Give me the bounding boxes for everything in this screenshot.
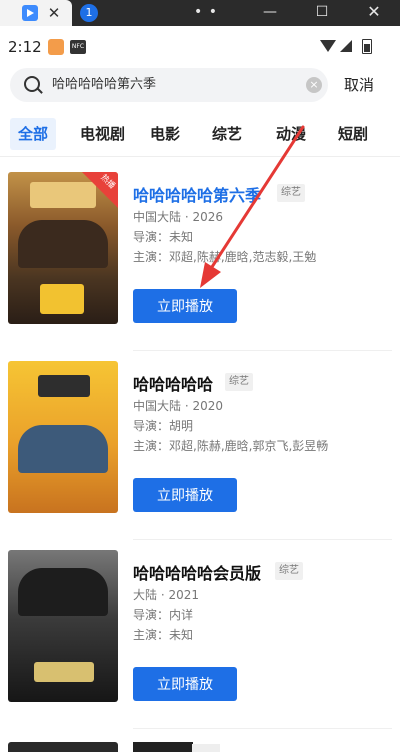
result-item: 哈哈哈哈哈 综艺 中国大陆 · 2020 导演：胡明 主演：邓超,陈赫,鹿晗,郭… xyxy=(0,361,400,551)
notification-app-icon xyxy=(48,39,64,55)
tabs-divider xyxy=(0,156,400,157)
result-item: 热播 哈哈哈哈哈第六季 综艺 中国大陆 · 2026 导演：未知 主演：邓超,陈… xyxy=(0,172,400,362)
type-tag: 综艺 xyxy=(275,562,303,580)
poster-image[interactable] xyxy=(8,361,118,513)
status-time: 2:12 xyxy=(8,38,42,56)
tab-tv-series[interactable]: 电视剧 xyxy=(80,118,125,150)
director: 导演：未知 xyxy=(133,230,194,244)
search-input[interactable] xyxy=(52,68,302,102)
poster-image[interactable] xyxy=(8,550,118,702)
type-tag-partial xyxy=(192,744,220,752)
director: 导演：内详 xyxy=(133,608,194,622)
poster-image[interactable] xyxy=(8,742,118,752)
tab-count-badge[interactable]: 1 xyxy=(80,4,98,22)
play-now-button[interactable]: 立即播放 xyxy=(133,667,237,701)
tab-close-icon[interactable]: ✕ xyxy=(46,2,62,24)
signal-icon xyxy=(340,40,352,52)
cast: 主演：未知 xyxy=(133,628,194,642)
tab-short-drama[interactable]: 短剧 xyxy=(338,118,368,150)
search-icon xyxy=(24,76,40,92)
poster-cast-figures xyxy=(18,425,108,473)
poster-show-logo xyxy=(38,375,90,397)
more-options-icon[interactable]: • • • xyxy=(188,0,224,44)
tab-variety[interactable]: 综艺 xyxy=(212,118,242,150)
category-tabs: 全部 电视剧 电影 综艺 动漫 短剧 xyxy=(0,118,400,154)
result-title[interactable]: 哈哈哈哈哈第六季 xyxy=(133,182,261,206)
tab-movie[interactable]: 电影 xyxy=(150,118,180,150)
play-now-button[interactable]: 立即播放 xyxy=(133,478,237,512)
minimize-button[interactable]: — xyxy=(252,0,288,26)
cast: 主演：邓超,陈赫,鹿晗,郭京飞,彭昱畅 xyxy=(133,439,329,453)
result-title[interactable]: 哈哈哈哈哈会员版 xyxy=(133,560,261,584)
result-divider xyxy=(133,350,392,351)
search-bar[interactable]: × xyxy=(10,68,328,102)
poster-cast-figures xyxy=(18,220,108,268)
close-window-button[interactable]: ✕ xyxy=(356,0,392,26)
status-bar: 2:12 NFC xyxy=(0,26,400,68)
tab-all[interactable]: 全部 xyxy=(10,118,57,150)
region-year: 中国大陆 · 2026 xyxy=(133,210,223,224)
result-divider xyxy=(133,728,392,729)
type-tag: 综艺 xyxy=(225,373,253,391)
play-now-button[interactable]: 立即播放 xyxy=(133,289,237,323)
app-tab-icon xyxy=(22,5,38,21)
nfc-icon: NFC xyxy=(70,40,86,54)
director: 导演：胡明 xyxy=(133,419,194,433)
window-titlebar: ✕ 1 • • • — ☐ ✕ xyxy=(0,0,400,44)
maximize-button[interactable]: ☐ xyxy=(304,0,340,26)
result-item: 哈哈哈哈哈会员版 综艺 大陆 · 2021 导演：内详 主演：未知 立即播放 xyxy=(0,550,400,740)
poster-show-logo xyxy=(34,662,94,682)
poster-image[interactable]: 热播 xyxy=(8,172,118,324)
poster-cast-figures xyxy=(18,568,108,616)
poster-season-badge xyxy=(40,284,84,314)
tab-anime[interactable]: 动漫 xyxy=(276,118,306,150)
result-title[interactable]: 哈哈哈哈哈 xyxy=(133,371,213,395)
result-title-partial xyxy=(133,742,193,752)
region-year: 大陆 · 2021 xyxy=(133,588,199,602)
region-year: 中国大陆 · 2020 xyxy=(133,399,223,413)
result-divider xyxy=(133,539,392,540)
type-tag: 综艺 xyxy=(277,184,305,202)
cancel-button[interactable]: 取消 xyxy=(344,74,374,95)
battery-icon xyxy=(362,39,372,54)
clear-search-icon[interactable]: × xyxy=(306,77,322,93)
wifi-icon xyxy=(320,40,336,52)
cast: 主演：邓超,陈赫,鹿晗,范志毅,王勉 xyxy=(133,250,317,264)
browser-tab[interactable]: ✕ xyxy=(0,0,72,26)
